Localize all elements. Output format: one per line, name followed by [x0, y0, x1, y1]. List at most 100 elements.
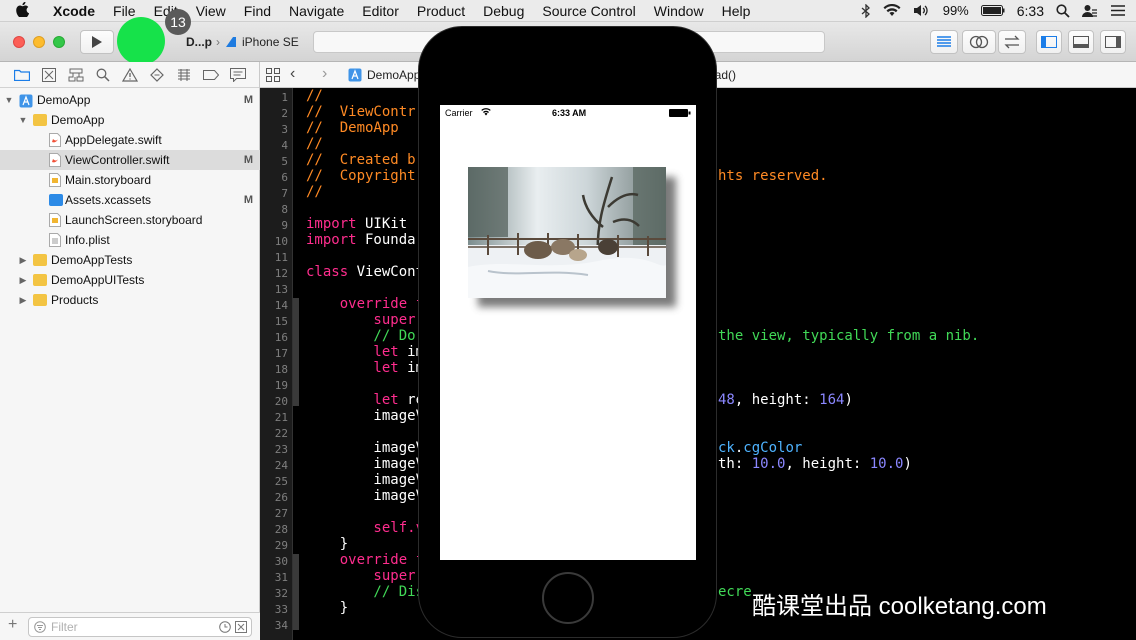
project-navigator: ▼ DemoApp M ▼ DemoApp AppDelegate.swift … [0, 62, 260, 640]
back-icon[interactable]: ‹ [290, 65, 295, 83]
forward-icon[interactable]: › [322, 65, 327, 83]
code-line-fragment: hts reserved. [718, 168, 828, 184]
add-icon[interactable]: + [8, 616, 17, 634]
folder-tab-icon[interactable] [14, 67, 30, 83]
related-items-icon[interactable] [266, 68, 280, 85]
scheme-selector[interactable]: D...p › iPhone SE [186, 31, 299, 53]
menu-view[interactable]: View [187, 3, 235, 19]
scheme-name: D...p [186, 35, 212, 49]
code-fold-ribbon[interactable] [293, 554, 299, 630]
battery-icon[interactable] [980, 5, 1005, 16]
minimize-window-button[interactable] [33, 36, 45, 48]
line-number: 28 [274, 523, 288, 536]
issue-tab-icon[interactable] [122, 67, 138, 83]
toggle-navigator-button[interactable] [1036, 30, 1062, 54]
test-tab-icon[interactable] [149, 67, 165, 83]
apple-menu-icon[interactable] [0, 1, 44, 20]
close-window-button[interactable] [13, 36, 25, 48]
tree-row-file[interactable]: Main.storyboard [0, 170, 260, 190]
tree-row-group[interactable]: ▶ DemoAppTests [0, 250, 260, 270]
code-line: // Copyright [306, 168, 416, 184]
menu-debug[interactable]: Debug [474, 3, 533, 19]
code-line: self.v [306, 520, 425, 536]
keyword-token: let [306, 360, 399, 376]
code-token: UIKit [356, 216, 408, 232]
bluetooth-icon[interactable] [861, 3, 871, 18]
line-number: 6 [281, 171, 288, 184]
folder-icon [33, 274, 47, 286]
report-tab-icon[interactable] [230, 67, 246, 83]
number-token: 10.0 [751, 456, 786, 472]
carrier-label: Carrier [445, 108, 473, 118]
modified-status: M [243, 94, 253, 106]
wifi-icon[interactable] [883, 4, 901, 17]
keyword-token: import [306, 232, 357, 248]
toggle-inspector-button[interactable] [1100, 30, 1126, 54]
tree-row-file[interactable]: LaunchScreen.storyboard [0, 210, 260, 230]
wifi-icon [481, 108, 491, 116]
jump-bar-project[interactable]: DemoApp [367, 68, 420, 82]
zoom-window-button[interactable] [53, 36, 65, 48]
tree-row-file[interactable]: Info.plist [0, 230, 260, 250]
code-token: ) [903, 456, 912, 472]
debug-tab-icon[interactable] [176, 67, 192, 83]
code-line: // DemoApp [306, 120, 399, 136]
line-number: 20 [274, 395, 288, 408]
line-number: 18 [274, 363, 288, 376]
disclosure-open-icon[interactable]: ▼ [18, 115, 28, 125]
tree-row-file[interactable]: Assets.xcassets M [0, 190, 260, 210]
tree-row-label: DemoAppUITests [51, 273, 145, 287]
breakpoint-tab-icon[interactable] [203, 67, 219, 83]
home-button[interactable] [542, 572, 594, 624]
volume-icon[interactable] [913, 4, 931, 17]
simulator-screen[interactable]: Carrier 6:33 AM [440, 105, 696, 560]
toggle-debug-area-button[interactable] [1068, 30, 1094, 54]
standard-editor-button[interactable] [930, 30, 958, 54]
line-number: 2 [281, 107, 288, 120]
filter-input[interactable]: Filter [28, 617, 252, 637]
battery-percent: 99% [942, 3, 969, 18]
spotlight-search-icon[interactable] [1056, 3, 1070, 18]
line-number: 24 [274, 459, 288, 472]
run-button[interactable] [80, 30, 114, 54]
tree-row-group[interactable]: ▶ Products [0, 290, 260, 310]
code-line: imageV [306, 456, 425, 472]
tree-row-group[interactable]: ▼ DemoApp [0, 110, 260, 130]
code-fold-ribbon[interactable] [293, 298, 299, 406]
tree-row-group[interactable]: ▶ DemoAppUITests [0, 270, 260, 290]
menu-window[interactable]: Window [645, 3, 713, 19]
symbol-tab-icon[interactable] [68, 67, 84, 83]
storyboard-file-icon [49, 213, 61, 227]
number-token: 48 [718, 392, 735, 408]
clock[interactable]: 6:33 [1017, 3, 1044, 19]
disclosure-closed-icon[interactable]: ▶ [18, 255, 28, 266]
xcode-project-icon [19, 94, 33, 108]
recent-files-icon[interactable] [219, 621, 231, 633]
keyword-token: let [306, 392, 399, 408]
tree-row-project[interactable]: ▼ DemoApp M [0, 90, 260, 110]
find-tab-icon[interactable] [95, 67, 111, 83]
menu-app-name[interactable]: Xcode [44, 3, 104, 19]
notification-center-icon[interactable] [1110, 4, 1126, 17]
disclosure-closed-icon[interactable]: ▶ [18, 295, 28, 306]
line-number: 33 [274, 603, 288, 616]
assistant-editor-button[interactable] [962, 30, 996, 54]
source-control-filter-icon[interactable] [235, 621, 247, 633]
menu-find[interactable]: Find [235, 3, 280, 19]
tree-row-file[interactable]: AppDelegate.swift [0, 130, 260, 150]
line-number: 21 [274, 411, 288, 424]
menu-navigate[interactable]: Navigate [280, 3, 353, 19]
menu-product[interactable]: Product [408, 3, 474, 19]
version-editor-button[interactable] [998, 30, 1026, 54]
tree-row-file-selected[interactable]: ViewController.swift M [0, 150, 260, 170]
user-icon[interactable] [1082, 4, 1098, 18]
menu-help[interactable]: Help [713, 3, 760, 19]
disclosure-closed-icon[interactable]: ▶ [18, 275, 28, 286]
code-line: // ViewContr [306, 104, 416, 120]
code-text[interactable]: // // ViewContr // DemoApp // // Created… [306, 88, 979, 640]
line-number: 8 [281, 203, 288, 216]
source-control-tab-icon[interactable] [41, 67, 57, 83]
menu-source-control[interactable]: Source Control [533, 3, 644, 19]
disclosure-open-icon[interactable]: ▼ [4, 95, 14, 105]
menu-editor[interactable]: Editor [353, 3, 408, 19]
